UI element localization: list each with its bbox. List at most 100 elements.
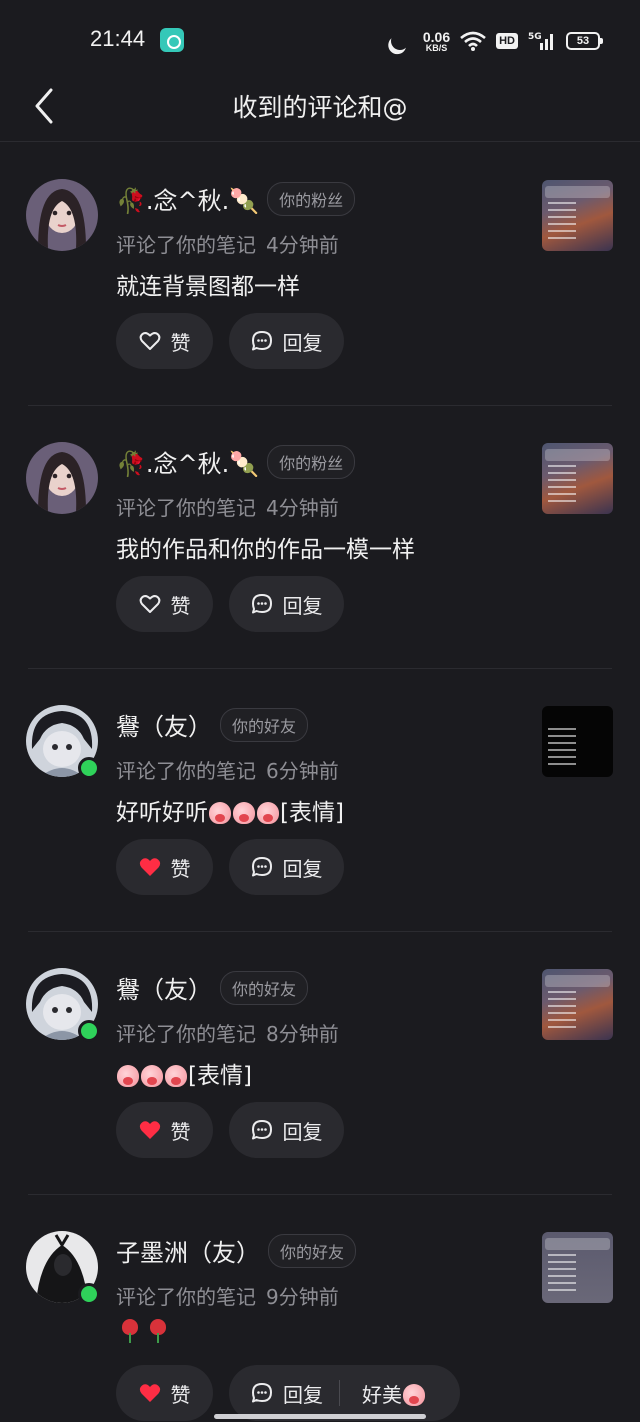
reply-label: 回复 [282,330,323,355]
like-label: 赞 [170,1382,191,1407]
home-indicator[interactable] [214,1414,426,1419]
reply-label: 回复 [282,856,323,881]
comment-actions: 赞 回复 [116,839,344,895]
like-label: 赞 [170,856,191,881]
comment-time: 4分钟前 [266,233,339,257]
like-button[interactable]: 赞 [116,576,213,632]
note-thumbnail[interactable] [542,969,613,1040]
heart-filled-icon [139,858,160,876]
comment-action: 评论了你的笔记 [116,1022,256,1046]
like-label: 赞 [170,1119,191,1144]
comment-actions: 赞 回复 [116,576,344,632]
reply-button[interactable]: 回复 [229,576,344,632]
comment-item[interactable]: 子墨洲（友） 你的好友 评论了你的笔记 9分钟前赞 回复 好美 [0,1195,640,1422]
online-status-dot [78,1283,100,1305]
like-button[interactable]: 赞 [116,1365,213,1421]
heart-outline-icon [139,595,160,613]
heart-outline-icon [139,332,160,350]
note-thumbnail[interactable] [542,1232,613,1303]
svg-text:5G: 5G [528,32,542,42]
heart-filled-icon [139,1121,160,1139]
online-status-dot [78,1020,100,1042]
peach-emoji-icon [141,1065,163,1087]
comment-text: [表情] [116,1056,252,1090]
reply-button[interactable]: 回复 [229,839,344,895]
user-name[interactable]: 鸒（友） [116,707,212,742]
comment-text-main: 好听好听 [116,800,208,826]
note-thumbnail[interactable] [542,180,613,251]
note-thumbnail[interactable] [542,706,613,777]
like-button[interactable]: 赞 [116,313,213,369]
comment-item[interactable]: 🥀.念^秋.🍡 你的粉丝 评论了你的笔记 4分钟前 就连背景图都一样赞 回复 [0,143,640,406]
comment-item[interactable]: 🥀.念^秋.🍡 你的粉丝评论了你的笔记 4分钟前我的作品和你的作品一模一样赞 回复 [0,406,640,669]
reply-button[interactable]: 回复 [229,313,344,369]
reply-button[interactable]: 回复 好美 [229,1365,460,1421]
wifi-icon [460,31,486,51]
rose-emoji-icon [119,1319,141,1343]
relation-badge: 你的粉丝 [267,444,356,479]
note-thumbnail[interactable] [542,443,613,514]
comment-action: 评论了你的笔记 [116,1285,256,1309]
like-label: 赞 [170,330,191,355]
user-name[interactable]: 子墨洲（友） [116,1233,260,1268]
comment-action: 评论了你的笔记 [116,233,256,257]
page-title: 收到的评论和@ [232,93,408,122]
peach-emoji-icon [257,802,279,824]
divider [339,1380,340,1406]
user-name[interactable]: 鸒（友） [116,970,212,1005]
reply-button[interactable]: 回复 [229,1102,344,1158]
online-status-dot [78,757,100,779]
comment-meta: 评论了你的笔记 4分钟前 [116,492,339,521]
relation-badge: 你的好友 [220,707,309,742]
peach-emoji-icon [403,1383,425,1406]
name-row: 鸒（友） 你的好友 [116,970,309,1005]
heart-filled-icon [139,1384,160,1402]
network-speed-unit: KB/S [425,42,448,53]
avatar[interactable] [26,442,98,514]
comment-action: 评论了你的笔记 [116,496,256,520]
comment-meta: 评论了你的笔记 4分钟前 [116,229,339,258]
name-row: 子墨洲（友） 你的好友 [116,1233,357,1268]
quick-reply-button[interactable]: 好美 [362,1379,426,1408]
comment-text-main: 我的作品和你的作品一模一样 [116,537,415,563]
comment-text-main: 就连背景图都一样 [116,274,300,300]
app-notification-icon [160,28,184,52]
relation-badge: 你的好友 [268,1233,357,1268]
quick-reply-label: 好美 [362,1382,402,1407]
like-button[interactable]: 赞 [116,1102,213,1158]
chat-bubble-icon [251,331,272,351]
user-name[interactable]: 🥀.念^秋.🍡 [116,181,259,216]
comment-meta: 评论了你的笔记 8分钟前 [116,1018,339,1047]
peach-emoji-icon [117,1065,139,1087]
reply-label: 回复 [282,593,323,618]
reply-label: 回复 [283,1382,323,1407]
reply-label: 回复 [282,1119,323,1144]
hd-badge: HD [496,33,518,49]
chat-bubble-icon [251,857,272,877]
comment-text: 我的作品和你的作品一模一样 [116,530,415,564]
nav-bar: 收到的评论和@ [0,80,640,142]
comment-item[interactable]: 鸒（友） 你的好友评论了你的笔记 8分钟前 [表情] 赞 回复 [0,932,640,1195]
peach-emoji-icon [165,1065,187,1087]
battery-icon: 53 [566,32,603,50]
comment-meta: 评论了你的笔记 6分钟前 [116,755,339,784]
moon-icon [388,29,411,52]
comment-actions: 赞 回复 [116,1102,344,1158]
comment-actions: 赞 回复 [116,313,344,369]
rose-emoji-icon [147,1319,169,1343]
chat-bubble-icon [251,594,272,614]
peach-emoji-icon [233,802,255,824]
network-speed-value: 0.06 [422,28,451,45]
chat-bubble-icon [252,1383,272,1403]
comment-actions: 赞 回复 好美 [116,1365,460,1421]
5g-signal-icon: 5G [528,30,556,52]
like-button[interactable]: 赞 [116,839,213,895]
comment-text [116,1319,172,1345]
comment-text: 就连背景图都一样 [116,267,300,301]
comment-item[interactable]: 鸒（友） 你的好友 评论了你的笔记 6分钟前 好听好听 [表情] 赞 回复 [0,669,640,932]
peach-emoji-icon [209,802,231,824]
comment-text-suffix: [表情] [188,1063,252,1089]
user-name[interactable]: 🥀.念^秋.🍡 [116,444,259,479]
avatar[interactable] [26,179,98,251]
comment-action: 评论了你的笔记 [116,759,256,783]
